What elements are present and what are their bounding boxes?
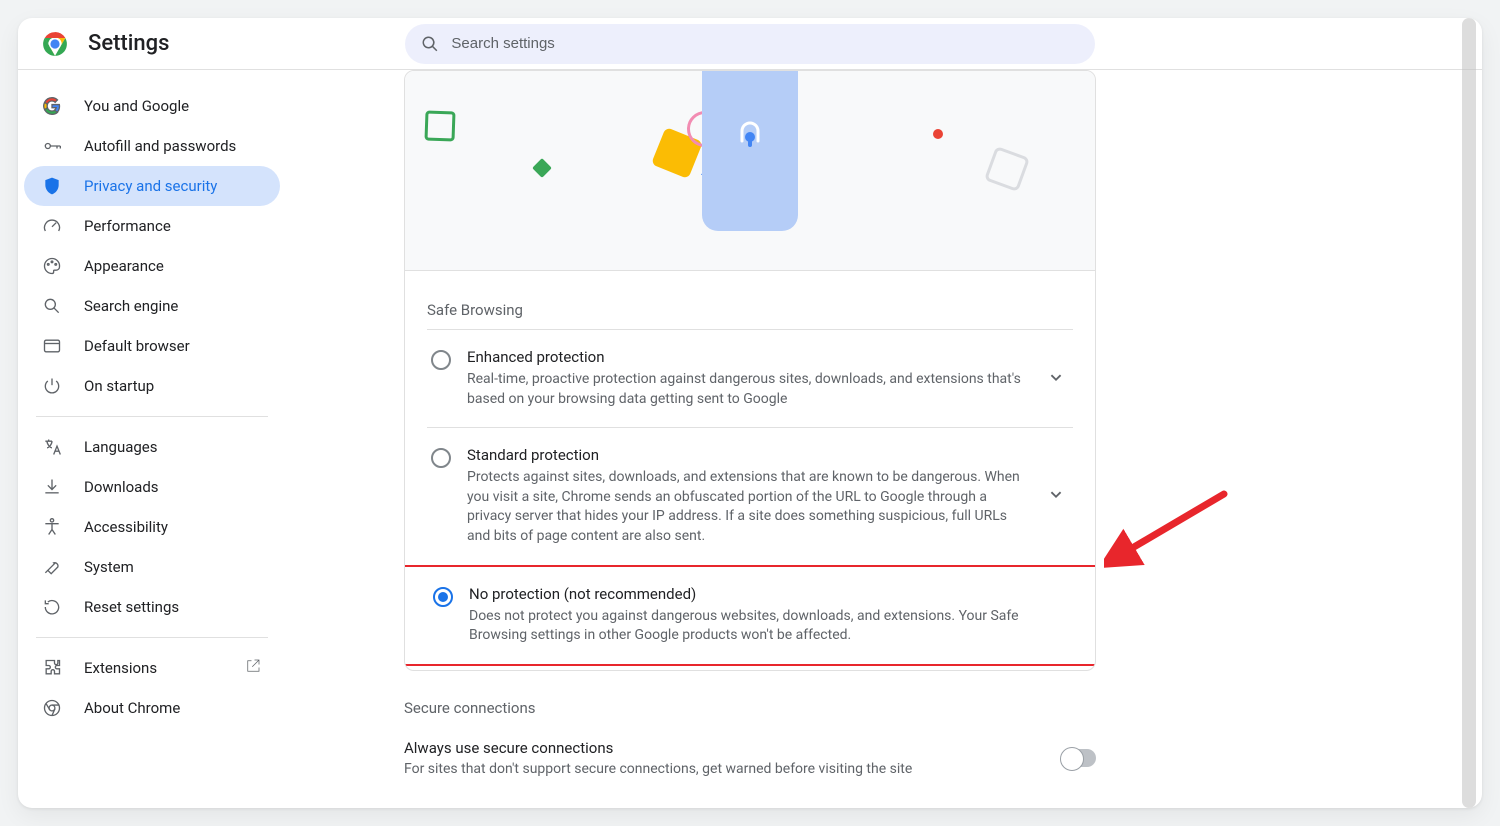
decor-square-outline-icon	[424, 110, 455, 141]
safe-browsing-illustration	[405, 71, 1095, 271]
sidebar-item-label: Autofill and passwords	[84, 137, 236, 155]
sidebar-item-accessibility[interactable]: Accessibility	[24, 507, 280, 547]
sidebar-item-label: Reset settings	[84, 598, 179, 616]
main-content: Safe Browsing Enhanced protection Real-t…	[404, 70, 1096, 808]
page-title: Settings	[88, 31, 169, 56]
download-icon	[42, 477, 62, 497]
sidebar-item-privacy-security[interactable]: Privacy and security	[24, 166, 280, 206]
radio-icon[interactable]	[431, 350, 451, 374]
always-secure-toggle-row: Always use secure connections For sites …	[404, 729, 1096, 805]
always-secure-switch[interactable]	[1062, 749, 1096, 767]
shield-icon	[42, 176, 62, 196]
palette-icon	[42, 256, 62, 276]
option-description: Real-time, proactive protection against …	[467, 370, 1029, 409]
sidebar-item-default-browser[interactable]: Default browser	[24, 326, 280, 366]
expand-button[interactable]	[1045, 366, 1069, 392]
sidebar-item-label: Downloads	[84, 478, 159, 496]
decor-diamond-icon	[532, 158, 552, 178]
sidebar-item-on-startup[interactable]: On startup	[24, 366, 280, 406]
divider	[36, 637, 268, 638]
sidebar-item-performance[interactable]: Performance	[24, 206, 280, 246]
speedometer-icon	[42, 216, 62, 236]
open-external-icon	[244, 657, 262, 679]
wrench-icon	[42, 557, 62, 577]
sidebar-item-label: Default browser	[84, 337, 190, 355]
toggle-title: Always use secure connections	[404, 739, 912, 757]
sidebar-item-about-chrome[interactable]: About Chrome	[24, 688, 280, 728]
sidebar: You and Google Autofill and passwords Pr…	[18, 70, 286, 808]
expand-button[interactable]	[1045, 483, 1069, 509]
option-title: Enhanced protection	[467, 348, 1029, 366]
scrollbar[interactable]	[1462, 18, 1476, 808]
languages-icon	[42, 437, 62, 457]
sidebar-item-appearance[interactable]: Appearance	[24, 246, 280, 286]
sidebar-item-you-and-google[interactable]: You and Google	[24, 86, 280, 126]
decor-dot-icon	[933, 129, 943, 139]
divider	[36, 416, 268, 417]
search-settings[interactable]	[405, 24, 1095, 64]
safe-browsing-option-standard[interactable]: Standard protection Protects against sit…	[427, 427, 1073, 564]
option-title: No protection (not recommended)	[469, 585, 1067, 603]
sidebar-item-languages[interactable]: Languages	[24, 427, 280, 467]
topbar: Settings	[18, 18, 1482, 70]
option-title: Standard protection	[467, 446, 1029, 464]
sidebar-item-extensions[interactable]: Extensions	[24, 648, 280, 688]
key-icon	[42, 136, 62, 156]
search-input[interactable]	[449, 34, 1079, 53]
radio-icon[interactable]	[433, 587, 453, 611]
sidebar-item-label: Privacy and security	[84, 177, 217, 195]
secure-connections-title: Secure connections	[404, 699, 1096, 717]
sidebar-item-reset[interactable]: Reset settings	[24, 587, 280, 627]
sidebar-item-system[interactable]: System	[24, 547, 280, 587]
accessibility-icon	[42, 517, 62, 537]
sidebar-item-label: Search engine	[84, 297, 178, 315]
search-icon	[42, 296, 62, 316]
chrome-outline-icon	[42, 698, 62, 718]
option-description: Does not protect you against dangerous w…	[469, 607, 1067, 646]
safe-browsing-body: Safe Browsing Enhanced protection Real-t…	[405, 271, 1095, 670]
sidebar-item-label: Performance	[84, 217, 171, 235]
sidebar-item-label: Languages	[84, 438, 158, 456]
sidebar-item-label: You and Google	[84, 97, 189, 115]
safe-browsing-option-enhanced[interactable]: Enhanced protection Real-time, proactive…	[427, 329, 1073, 427]
chevron-down-icon	[1045, 366, 1067, 388]
sidebar-item-label: System	[84, 558, 134, 576]
option-description: Protects against sites, downloads, and e…	[467, 468, 1029, 546]
sidebar-item-downloads[interactable]: Downloads	[24, 467, 280, 507]
lock-tile-icon	[702, 70, 798, 231]
radio-icon[interactable]	[431, 448, 451, 472]
body: You and Google Autofill and passwords Pr…	[18, 70, 1482, 808]
safe-browsing-title: Safe Browsing	[427, 301, 1073, 319]
sidebar-item-label: Extensions	[84, 659, 157, 677]
toggle-description: For sites that don't support secure conn…	[404, 761, 912, 777]
settings-window: Settings You and Google Autofill and pas…	[18, 18, 1482, 808]
sidebar-item-label: On startup	[84, 377, 154, 395]
power-icon	[42, 376, 62, 396]
browser-icon	[42, 336, 62, 356]
main-area: Safe Browsing Enhanced protection Real-t…	[286, 70, 1482, 808]
sidebar-item-search-engine[interactable]: Search engine	[24, 286, 280, 326]
sidebar-item-label: Accessibility	[84, 518, 168, 536]
safe-browsing-option-none[interactable]: No protection (not recommended) Does not…	[404, 565, 1096, 666]
chrome-logo-icon	[42, 31, 68, 57]
puzzle-icon	[42, 658, 62, 678]
sidebar-item-label: Appearance	[84, 257, 164, 275]
chevron-down-icon	[1045, 483, 1067, 505]
decor-hexagon-outline-icon	[984, 146, 1030, 192]
google-g-icon	[42, 96, 62, 116]
sidebar-item-autofill[interactable]: Autofill and passwords	[24, 126, 280, 166]
safe-browsing-card: Safe Browsing Enhanced protection Real-t…	[404, 70, 1096, 671]
reset-icon	[42, 597, 62, 617]
search-icon	[421, 35, 439, 53]
sidebar-item-label: About Chrome	[84, 699, 180, 717]
